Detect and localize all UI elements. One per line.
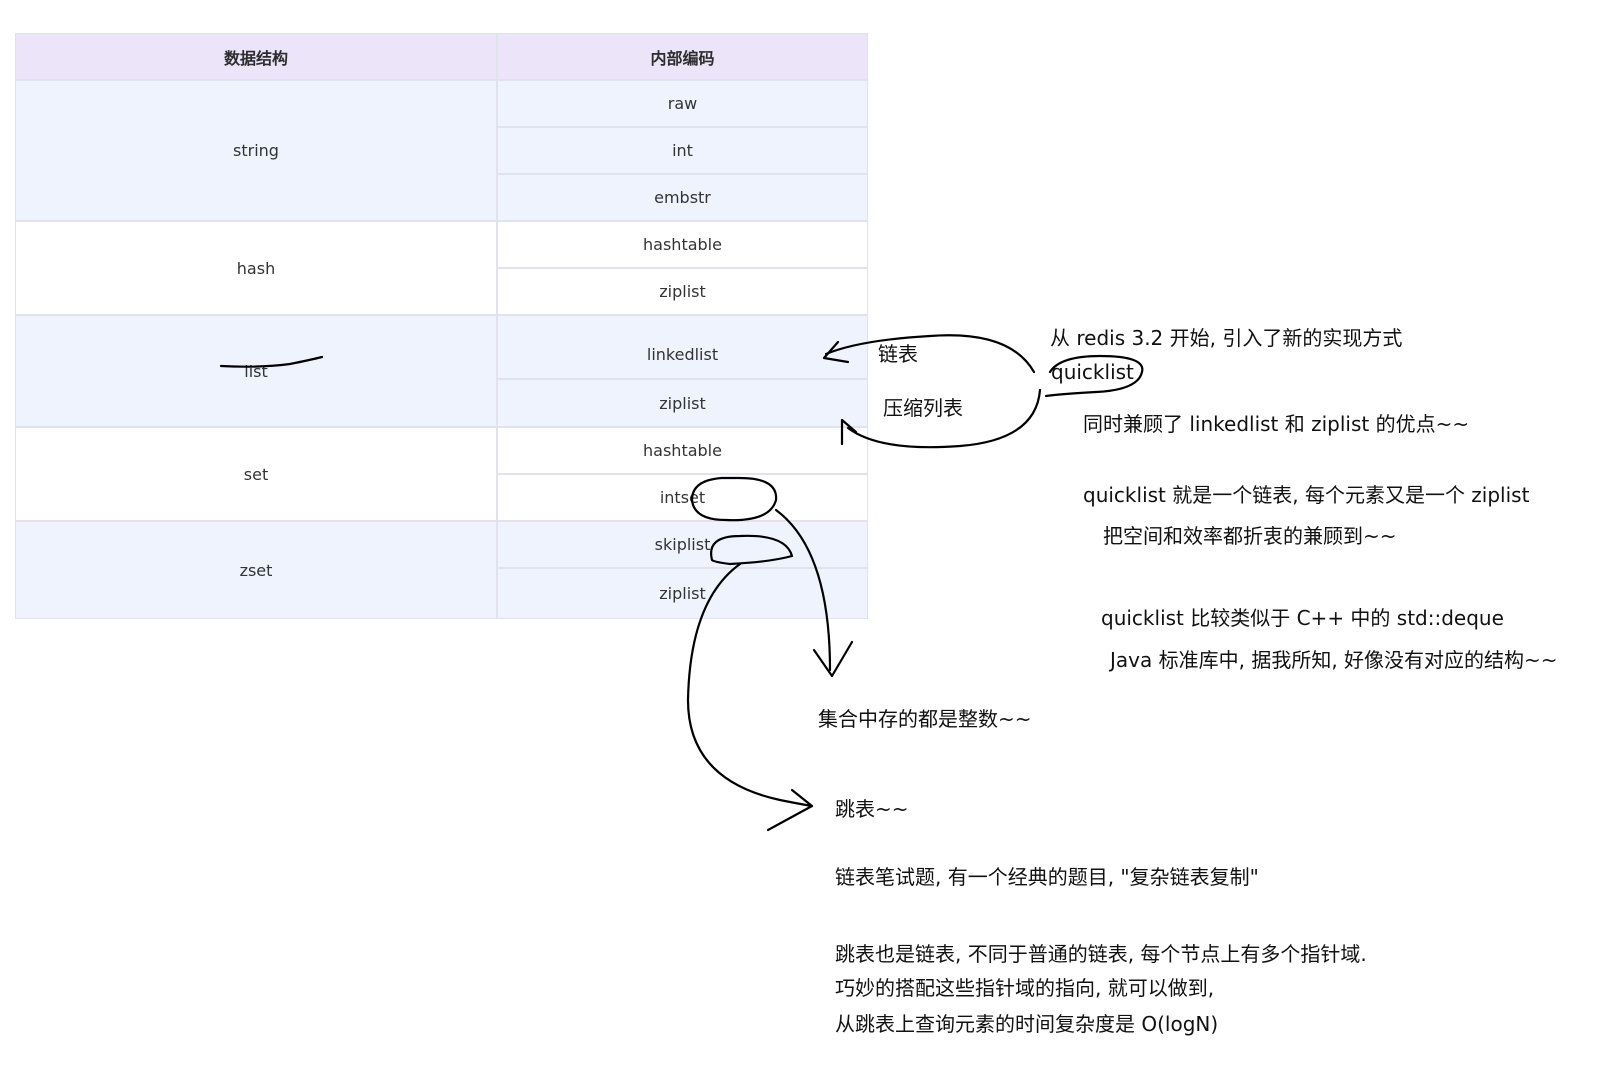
skiplist-arrowhead [766,788,814,832]
linkedlist-arrowhead [822,340,850,364]
ziplist-loop-stroke [846,388,1042,449]
intset-arrowhead [812,640,854,678]
intset-arrow-stroke [774,508,832,672]
quicklist-circle [1044,354,1144,398]
linkedlist-loop-stroke [824,334,1036,374]
list-underline-stroke [219,355,324,368]
ink-strokes [219,334,1144,832]
intset-circle [690,476,778,522]
skiplist-arrow-stroke [686,562,814,808]
skiplist-circle [710,534,794,566]
